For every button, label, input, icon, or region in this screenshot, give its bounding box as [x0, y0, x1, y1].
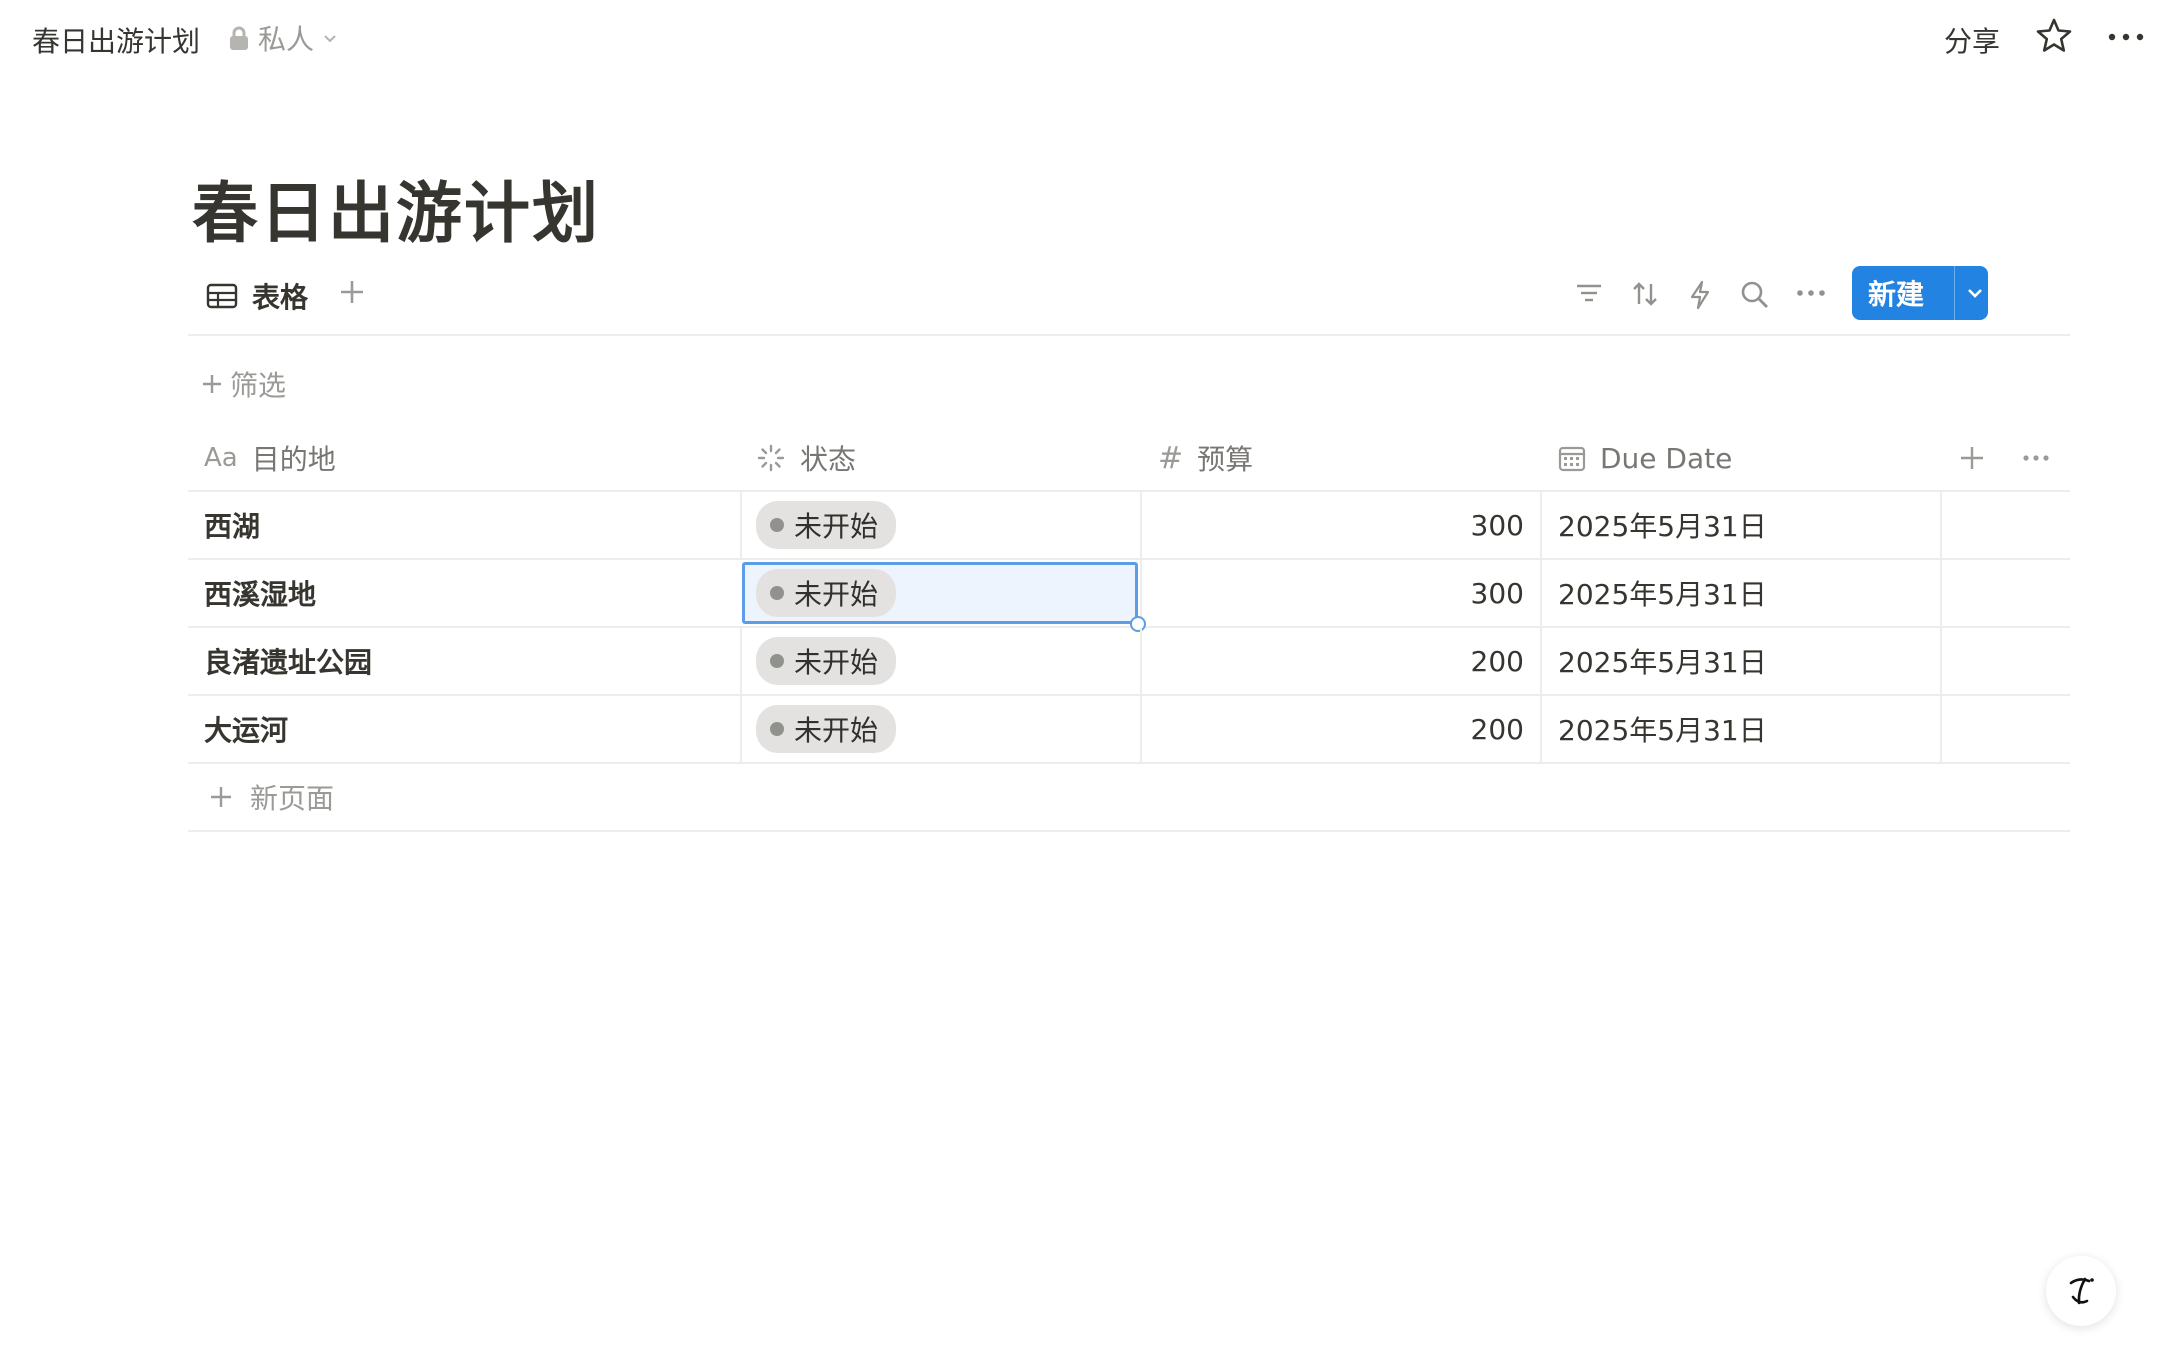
privacy-dropdown[interactable]: 私人 — [228, 18, 338, 58]
status-badge: 未开始 — [756, 637, 897, 685]
budget-cell[interactable]: 300 — [1140, 560, 1540, 626]
number-property-icon: # — [1158, 440, 1184, 476]
table-row[interactable]: 西溪湿地 未开始 300 2025年5月31日 — [188, 560, 2070, 632]
status-dot — [770, 654, 784, 668]
lock-icon — [228, 25, 250, 51]
add-view-icon[interactable] — [336, 276, 368, 308]
budget-cell[interactable]: 200 — [1140, 696, 1540, 762]
column-header-due-date[interactable]: Due Date — [1558, 426, 1732, 490]
due-date-cell[interactable]: 2025年5月31日 — [1540, 492, 1940, 558]
budget-cell[interactable]: 200 — [1140, 628, 1540, 694]
sort-icon[interactable] — [1630, 280, 1660, 308]
table-header: Aa 目的地 状态 # 预算 Due Date — [188, 426, 2070, 492]
column-header-destination[interactable]: Aa 目的地 — [204, 426, 336, 490]
status-badge: 未开始 — [756, 501, 897, 549]
budget-cell[interactable]: 300 — [1140, 492, 1540, 558]
destination-cell[interactable]: 良渚遗址公园 — [188, 628, 740, 694]
status-text: 未开始 — [794, 646, 879, 679]
column-label: 状态 — [800, 443, 857, 476]
due-date-cell[interactable]: 2025年5月31日 — [1540, 696, 1940, 762]
chevron-down-icon — [322, 30, 338, 46]
text-property-icon: Aa — [204, 443, 238, 473]
view-more-icon[interactable] — [1796, 286, 1826, 300]
page-title[interactable]: 春日出游计划 — [192, 160, 600, 256]
status-badge: 未开始 — [756, 569, 897, 617]
database-table: Aa 目的地 状态 # 预算 Due Date 西湖 未开始 300 2025年… — [188, 426, 2070, 832]
add-property-icon[interactable] — [1958, 426, 1986, 490]
status-cell[interactable]: 未开始 — [740, 696, 1140, 762]
ai-assistant-button[interactable] — [2046, 1256, 2116, 1326]
status-text: 未开始 — [794, 714, 879, 747]
calendar-icon — [1558, 444, 1586, 472]
privacy-label: 私人 — [258, 23, 315, 56]
empty-cell — [1940, 492, 2070, 558]
status-dot — [770, 518, 784, 532]
status-cell[interactable]: 未开始 — [740, 560, 1140, 626]
destination-cell[interactable]: 西溪湿地 — [188, 560, 740, 626]
status-cell[interactable]: 未开始 — [740, 628, 1140, 694]
new-button-divider — [1954, 266, 1955, 320]
column-label: 目的地 — [251, 443, 336, 476]
new-page-button[interactable]: 新页面 — [188, 764, 2070, 832]
status-text: 未开始 — [794, 578, 879, 611]
tab-label: 表格 — [252, 281, 309, 314]
automation-bolt-icon[interactable] — [1688, 280, 1712, 310]
chevron-down-icon[interactable] — [1965, 283, 1985, 303]
empty-cell — [1940, 628, 2070, 694]
table-row[interactable]: 大运河 未开始 200 2025年5月31日 — [188, 696, 2070, 764]
plus-icon — [208, 784, 234, 810]
filter-label: 筛选 — [230, 369, 287, 402]
destination-cell[interactable]: 西湖 — [188, 492, 740, 558]
share-button[interactable]: 分享 — [1944, 20, 2000, 60]
table-row[interactable]: 西湖 未开始 300 2025年5月31日 — [188, 492, 2070, 560]
more-options-icon[interactable] — [2106, 22, 2146, 52]
new-page-label: 新页面 — [250, 782, 335, 815]
due-date-cell[interactable]: 2025年5月31日 — [1540, 628, 1940, 694]
status-dot — [770, 722, 784, 736]
view-toolbar: 表格 新建 — [188, 266, 2070, 336]
destination-cell[interactable]: 大运河 — [188, 696, 740, 762]
table-row[interactable]: 良渚遗址公园 未开始 200 2025年5月31日 — [188, 628, 2070, 696]
status-badge: 未开始 — [756, 705, 897, 753]
search-icon[interactable] — [1740, 280, 1770, 310]
status-dot — [770, 586, 784, 600]
column-label: 预算 — [1197, 443, 1254, 476]
top-bar: 春日出游计划 私人 分享 — [0, 0, 2176, 78]
table-icon — [206, 283, 238, 309]
filter-icon[interactable] — [1574, 280, 1604, 306]
status-icon — [756, 443, 786, 473]
column-header-budget[interactable]: # 预算 — [1158, 426, 1253, 490]
empty-cell — [1940, 696, 2070, 762]
add-filter-button[interactable]: 筛选 — [200, 364, 286, 404]
status-text: 未开始 — [794, 510, 879, 543]
new-button[interactable]: 新建 — [1852, 266, 1988, 320]
column-header-status[interactable]: 状态 — [756, 426, 856, 490]
plus-icon — [200, 372, 224, 396]
favorite-star-icon[interactable] — [2034, 16, 2074, 56]
tab-table-view[interactable]: 表格 — [206, 276, 308, 316]
breadcrumb-page-title[interactable]: 春日出游计划 — [32, 20, 200, 60]
status-cell[interactable]: 未开始 — [740, 492, 1140, 558]
column-label: Due Date — [1600, 441, 1733, 475]
due-date-cell[interactable]: 2025年5月31日 — [1540, 560, 1940, 626]
column-more-icon[interactable] — [2022, 426, 2050, 490]
new-button-label: 新建 — [1868, 278, 1925, 311]
ai-assistant-icon — [2061, 1271, 2101, 1311]
empty-cell — [1940, 560, 2070, 626]
